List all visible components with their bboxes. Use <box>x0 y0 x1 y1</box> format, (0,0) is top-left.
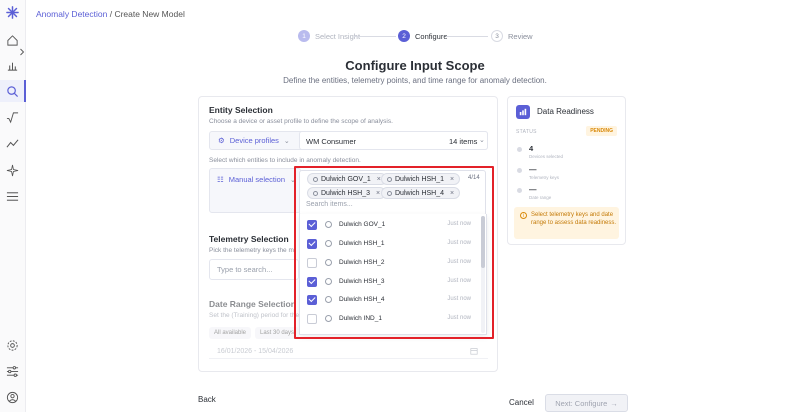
date-range-stat-label: Date range <box>529 195 552 200</box>
arrow-right-icon: → <box>610 398 618 408</box>
telemetry-selection-desc: Pick the telemetry keys the m <box>209 247 294 254</box>
warning-text: Select telemetry keys and date range to … <box>531 212 617 226</box>
device-icon <box>517 147 522 152</box>
telemetry-keys-value: — <box>529 165 537 174</box>
breadcrumb-current: Create New Model <box>114 9 185 19</box>
highlight-annotation <box>294 166 494 339</box>
chevron-right-icon[interactable] <box>17 46 27 58</box>
step-number: 1 <box>298 30 310 42</box>
next-label: Next: Configure <box>555 398 608 408</box>
sparkle-icon[interactable] <box>5 163 20 178</box>
page-title: Configure Input Scope <box>345 58 485 73</box>
step-number: 2 <box>398 30 410 42</box>
user-icon[interactable] <box>5 390 20 405</box>
chevron-down-icon[interactable]: ⌄ <box>479 136 485 144</box>
telemetry-selection-title: Telemetry Selection <box>209 234 289 244</box>
date-range-title: Date Range Selection <box>209 299 296 309</box>
items-count: 14 items <box>449 137 478 146</box>
trend-icon[interactable] <box>5 136 20 151</box>
cancel-button[interactable]: Cancel <box>509 398 534 407</box>
date-range-desc: Set the (Training) period for the <box>209 312 300 319</box>
page-subtitle: Define the entities, telemetry points, a… <box>283 76 547 85</box>
telemetry-icon <box>517 168 522 173</box>
last-30-days-chip[interactable]: Last 30 days <box>255 327 300 339</box>
menu-icon[interactable] <box>5 189 20 204</box>
gear-icon[interactable] <box>5 338 20 353</box>
calendar-icon[interactable] <box>470 347 478 357</box>
step-review[interactable]: 3 Review <box>491 30 533 42</box>
breadcrumb-parent-link[interactable]: Anomaly Detection <box>36 9 107 19</box>
profile-type-select[interactable]: ⚙ Device profiles ⌄ <box>218 136 290 145</box>
readiness-warning: i Select telemetry keys and date range t… <box>514 207 619 239</box>
readiness-icon <box>516 105 530 119</box>
next-button[interactable]: Next: Configure → <box>545 394 628 412</box>
status-badge: PENDING <box>586 126 617 136</box>
formula-icon[interactable] <box>5 110 20 125</box>
entity-select-desc: Select which entities to include in anom… <box>209 157 361 164</box>
profile-value: WM Consumer <box>306 137 357 146</box>
telemetry-keys-label: Telemetry keys <box>529 175 560 180</box>
step-configure[interactable]: 2 Configure <box>398 30 448 42</box>
entity-selection-desc: Choose a device or asset profile to defi… <box>209 118 393 125</box>
logo-icon[interactable] <box>5 5 20 20</box>
step-label: Review <box>508 31 533 41</box>
devices-selected-value: 4 <box>529 144 534 153</box>
devices-selected-label: Devices selected <box>529 154 564 159</box>
step-connector <box>446 36 488 37</box>
date-range-stat-value: — <box>529 185 537 194</box>
breadcrumb: Anomaly Detection / Create New Model <box>36 9 185 19</box>
profile-type-label: Device profiles <box>229 136 279 145</box>
date-range-value: 16/01/2026 - 15/04/2026 <box>217 348 294 355</box>
sliders-icon[interactable] <box>5 364 20 379</box>
device-profile-icon: ⚙ <box>218 136 225 145</box>
date-range-field[interactable]: 16/01/2026 - 15/04/2026 <box>209 345 488 359</box>
readiness-title: Data Readiness <box>537 107 594 116</box>
back-button[interactable]: Back <box>198 395 216 404</box>
selection-mode-select[interactable]: ☷ Manual selection ⌄ <box>217 175 296 184</box>
step-label: Configure <box>415 31 448 41</box>
calendar-icon <box>517 188 522 193</box>
entity-selection-title: Entity Selection <box>209 105 273 115</box>
selection-mode-label: Manual selection <box>228 175 286 184</box>
step-number: 3 <box>491 30 503 42</box>
search-icon[interactable] <box>5 84 20 99</box>
step-connector <box>354 36 396 37</box>
info-icon: i <box>520 212 527 219</box>
chevron-down-icon: ⌄ <box>283 137 290 145</box>
list-icon: ☷ <box>217 175 224 184</box>
telemetry-search-input[interactable]: Type to search... <box>209 259 299 280</box>
step-select-insight[interactable]: 1 Select Insight <box>298 30 360 42</box>
status-label: STATUS <box>516 129 537 135</box>
all-available-chip[interactable]: All available <box>209 327 252 339</box>
